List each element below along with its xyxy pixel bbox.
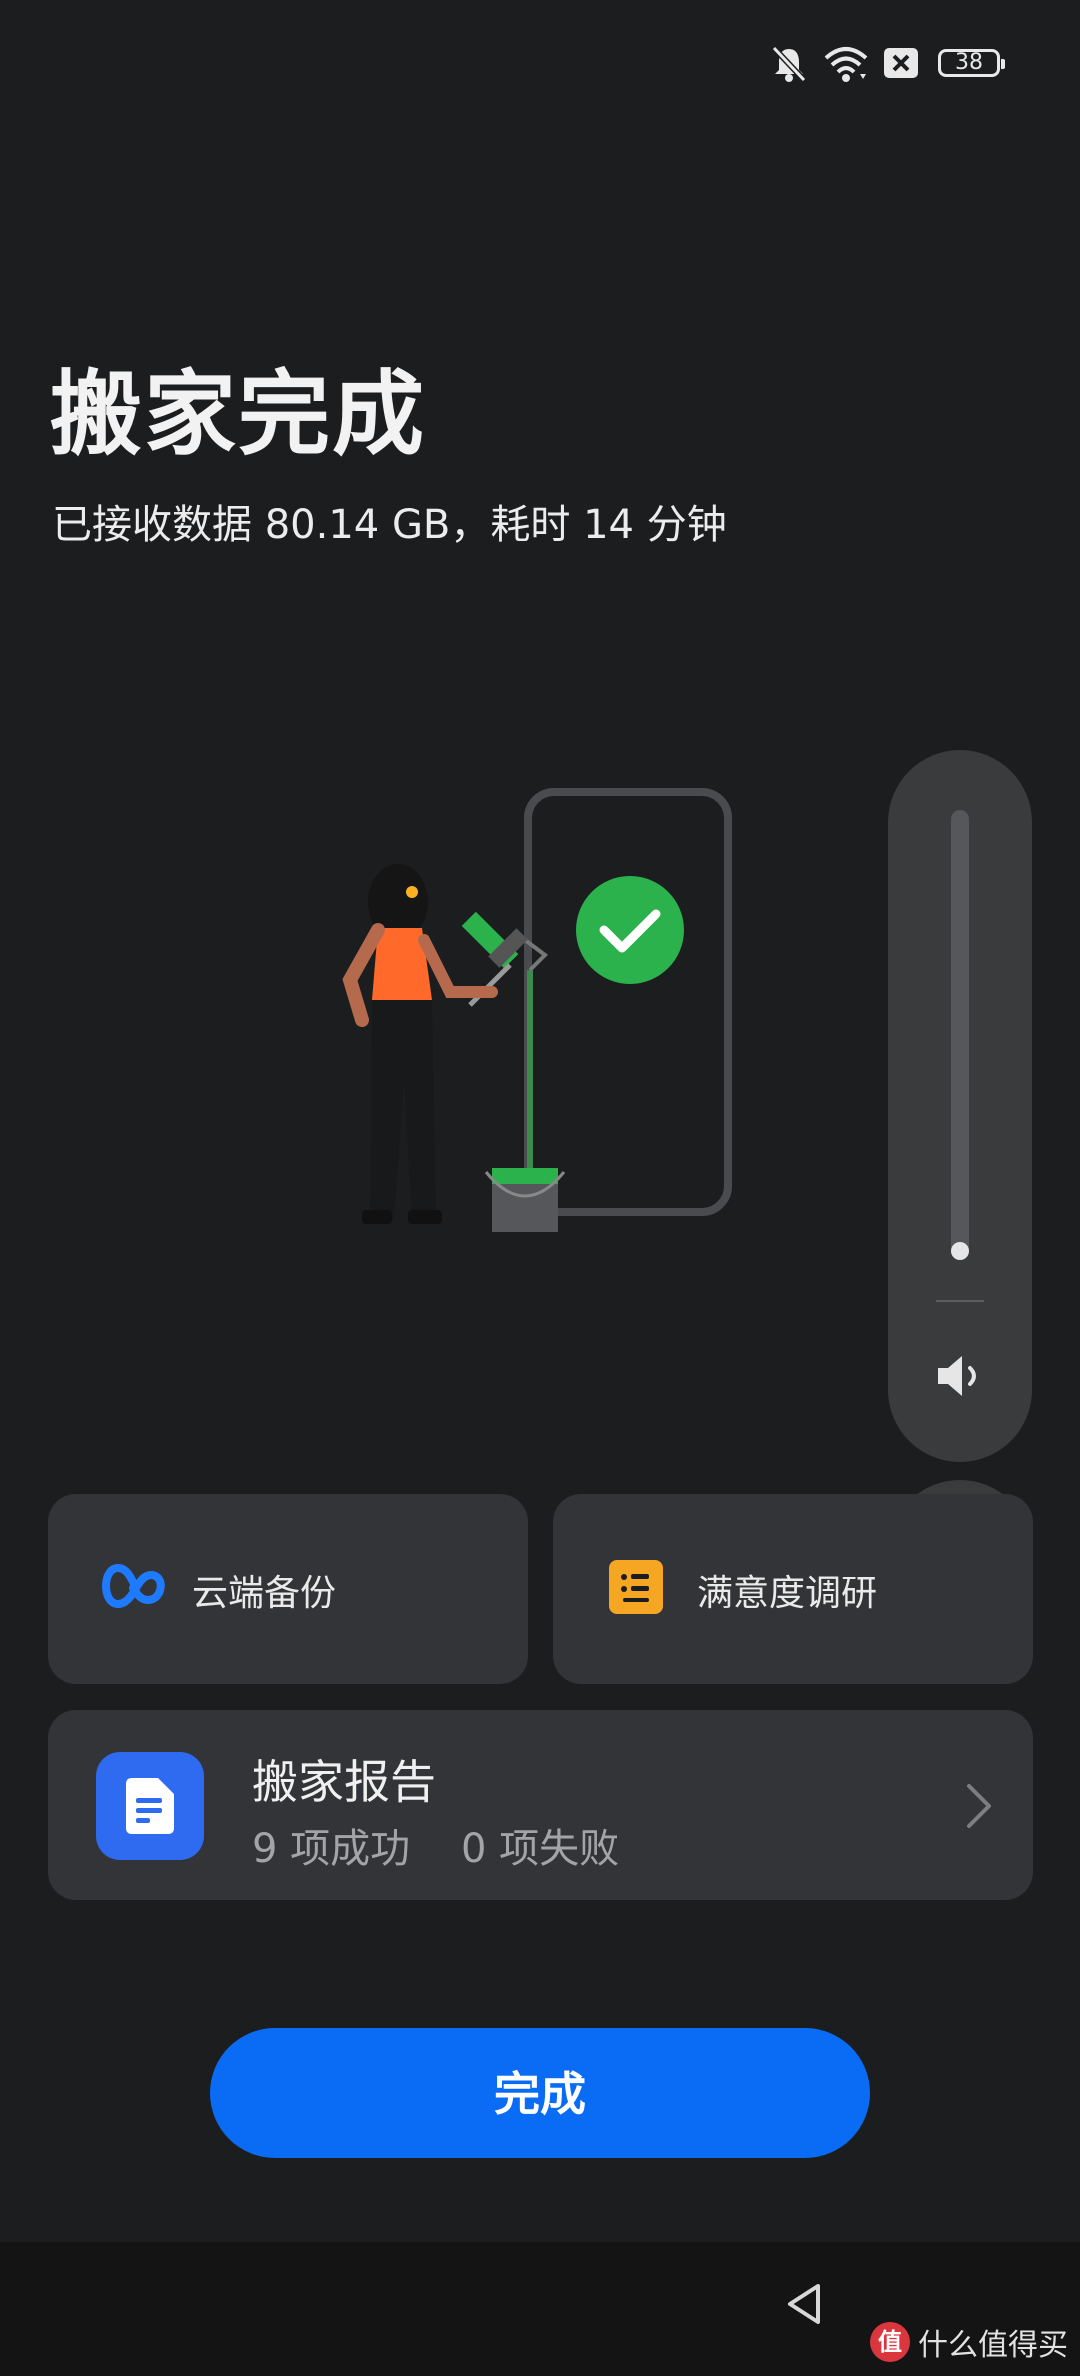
report-icon-box bbox=[96, 1752, 204, 1860]
cloud-infinity-icon bbox=[102, 1564, 165, 1609]
document-icon bbox=[126, 1778, 174, 1834]
screen: 38 搬家完成 已接收数据 80.14 GB，耗时 14 分钟 云端备份 满意度… bbox=[0, 0, 1080, 2376]
watermark-text: 什么值得买 bbox=[918, 2328, 1068, 2363]
volume-slider[interactable] bbox=[951, 810, 969, 1260]
battery-icon: 38 bbox=[938, 49, 1005, 77]
report-title: 搬家报告 bbox=[252, 1755, 436, 1809]
watermark: 值 什么值得买 bbox=[870, 2320, 1068, 2364]
report-stats: 9 项成功 0 项失败 bbox=[252, 1826, 620, 1872]
sim-no-signal-icon bbox=[884, 48, 918, 78]
page-subtitle: 已接收数据 80.14 GB，耗时 14 分钟 bbox=[52, 502, 727, 548]
watermark-logo: 值 bbox=[870, 2322, 910, 2362]
list-icon bbox=[609, 1560, 663, 1614]
survey-card[interactable]: 满意度调研 bbox=[553, 1494, 1033, 1684]
cloud-backup-card[interactable]: 云端备份 bbox=[48, 1494, 528, 1684]
phone-paint-success-illustration bbox=[342, 788, 732, 1232]
status-bar: 38 bbox=[0, 0, 1080, 130]
cloud-backup-label: 云端备份 bbox=[192, 1573, 337, 1614]
migration-report-card[interactable]: 搬家报告 9 项成功 0 项失败 bbox=[48, 1710, 1033, 1900]
done-button[interactable]: 完成 bbox=[210, 2028, 870, 2158]
bell-muted-icon bbox=[771, 45, 807, 83]
page-title: 搬家完成 bbox=[50, 361, 427, 468]
chevron-right-icon bbox=[967, 1784, 991, 1828]
survey-label: 满意度调研 bbox=[697, 1573, 878, 1614]
back-triangle-icon[interactable] bbox=[784, 2282, 824, 2326]
speaker-icon[interactable] bbox=[934, 1350, 986, 1402]
volume-level-fill bbox=[951, 1242, 969, 1260]
wifi-icon bbox=[824, 47, 868, 82]
volume-divider bbox=[936, 1300, 984, 1302]
check-circle-icon bbox=[576, 876, 684, 984]
volume-panel bbox=[888, 750, 1032, 1462]
